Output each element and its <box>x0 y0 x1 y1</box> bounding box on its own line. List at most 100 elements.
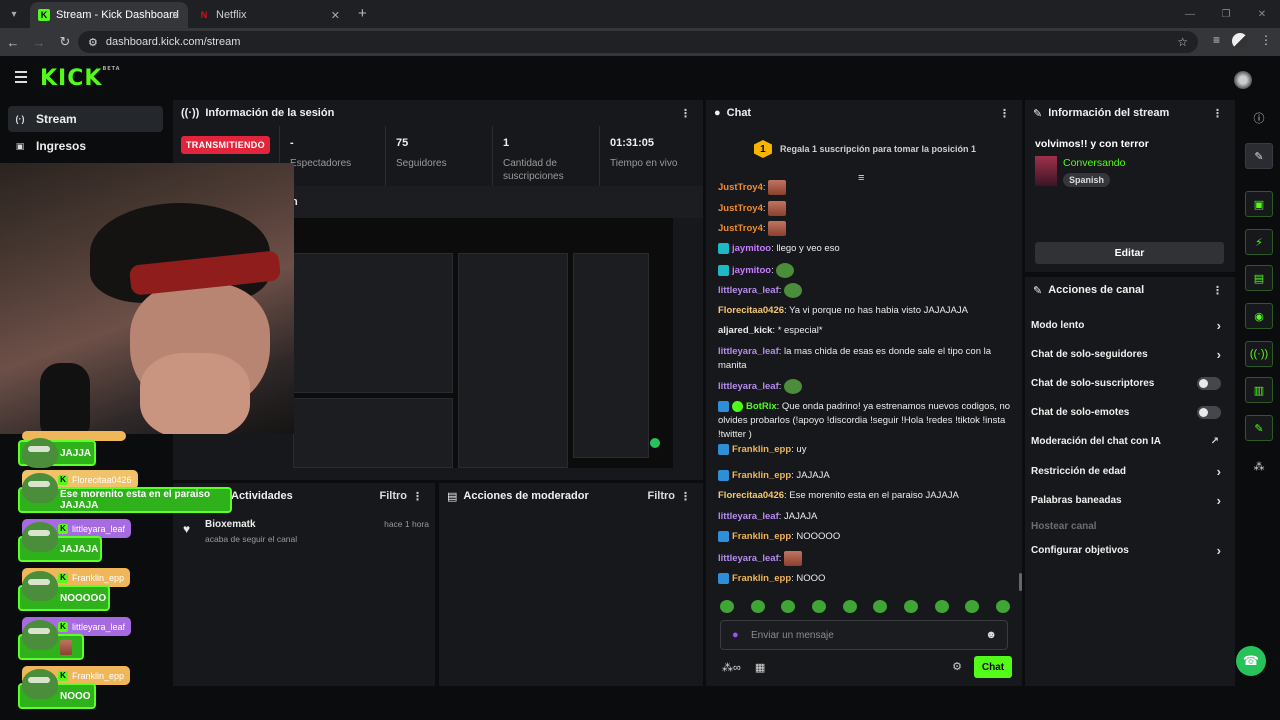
sidebar-item-ingresos[interactable]: ▣ Ingresos <box>8 133 163 159</box>
chat-username[interactable]: BotRix <box>746 401 777 412</box>
edit-stream-button[interactable]: Editar <box>1035 242 1224 264</box>
chat-username[interactable]: Franklin_epp <box>732 531 791 542</box>
edit-pencil-icon[interactable]: ✎ <box>1245 143 1273 169</box>
activity-user[interactable]: Bioxematk <box>205 519 256 530</box>
emote-icon[interactable] <box>842 600 857 613</box>
kick-logo[interactable]: KICKBETA <box>40 66 121 91</box>
wrench-icon[interactable]: ✎ <box>1245 415 1273 441</box>
chat-username[interactable]: aljared_kick <box>718 325 772 336</box>
emote-icon[interactable] <box>995 600 1010 613</box>
toggle-switch[interactable] <box>1197 405 1221 419</box>
tab-netflix[interactable]: N Netflix ✕ <box>190 2 348 28</box>
channel-action-item[interactable]: Chat de solo-suscriptores <box>1031 372 1229 394</box>
chat-username[interactable]: jaymitoo <box>732 243 771 254</box>
toggle-switch[interactable] <box>1197 376 1221 390</box>
chat-bubble-icon[interactable]: ◉ <box>1245 303 1273 329</box>
chat-username[interactable]: littleyara_leaf <box>718 553 779 564</box>
chat-username[interactable]: littleyara_leaf <box>718 381 779 392</box>
chat-username[interactable]: littleyara_leaf <box>718 346 779 357</box>
chat-username[interactable]: Franklin_epp <box>732 470 791 481</box>
chat-username[interactable]: JustTroy4 <box>718 223 763 234</box>
more-options-icon[interactable]: ⋮ <box>680 107 691 120</box>
forward-icon[interactable]: → <box>26 35 52 50</box>
sidebar-item-stream[interactable]: (·) Stream <box>8 106 163 132</box>
chat-username[interactable]: JustTroy4 <box>718 182 763 193</box>
filter-button[interactable]: Filtro <box>380 490 408 502</box>
more-options-icon[interactable]: ⋮ <box>680 490 691 503</box>
points-infinity-icon[interactable]: ⁂∞ <box>722 661 741 674</box>
close-tab-icon[interactable]: ✕ <box>331 9 340 22</box>
channel-action-item[interactable]: Chat de solo-seguidores › <box>1031 343 1229 365</box>
address-bar[interactable]: ⚙ dashboard.kick.com/stream ☆ <box>78 31 1198 53</box>
media-control-icon[interactable]: ≡ <box>1213 33 1220 49</box>
emote-icon[interactable] <box>781 600 796 613</box>
stat-followers: 75 Seguidores <box>386 126 493 186</box>
channel-action-item[interactable]: Palabras baneadas › <box>1031 489 1229 511</box>
chat-username[interactable]: littleyara_leaf <box>718 511 779 522</box>
more-options-icon[interactable]: ⋮ <box>412 490 423 503</box>
emote-icon[interactable] <box>965 600 980 613</box>
channel-action-item[interactable]: Restricción de edad › <box>1031 460 1229 482</box>
browser-menu-icon[interactable]: ⋮ <box>1260 33 1272 49</box>
chat-settings-icon[interactable]: ⚙ <box>952 660 962 673</box>
gift-sub-banner[interactable]: 1 Regala 1 suscripción para tomar la pos… <box>706 126 1024 172</box>
close-window-icon[interactable]: ✕ <box>1244 0 1280 28</box>
chat-username[interactable]: littleyara_leaf <box>718 285 779 296</box>
site-info-icon[interactable]: ⚙ <box>88 36 98 49</box>
notes-icon[interactable]: ▤ <box>1245 265 1273 291</box>
tab-kick-dashboard[interactable]: K Stream - Kick Dashboard ✕ <box>30 2 188 28</box>
layout-icon[interactable]: ▥ <box>1245 377 1273 403</box>
channel-action-item[interactable]: Moderación del chat con IA ↗ <box>1031 430 1229 452</box>
stream-category[interactable]: Conversando <box>1063 157 1125 169</box>
minimize-icon[interactable]: — <box>1172 0 1208 28</box>
wallet-icon: ▣ <box>15 140 25 151</box>
channel-action-item[interactable]: Chat de solo-emotes <box>1031 401 1229 423</box>
emote-icon[interactable] <box>873 600 888 613</box>
emote-icon[interactable] <box>934 600 949 613</box>
maximize-icon[interactable]: ❐ <box>1208 0 1244 28</box>
close-tab-icon[interactable]: ✕ <box>171 9 180 22</box>
stream-preview[interactable] <box>293 218 673 468</box>
chat-text: JAJAJA <box>784 511 818 522</box>
send-chat-button[interactable]: Chat <box>974 656 1012 678</box>
new-tab-icon[interactable]: + <box>358 5 367 22</box>
stat-live-time: 01:31:05 Tiempo en vivo <box>600 126 703 186</box>
chat-username[interactable]: Florecitaa0426 <box>718 305 784 316</box>
hamburger-menu-icon[interactable] <box>15 71 27 86</box>
profile-avatar[interactable] <box>1232 33 1248 49</box>
broadcast-icon[interactable]: ((·)) <box>1245 341 1273 367</box>
more-options-icon[interactable]: ⋮ <box>999 107 1010 120</box>
reload-icon[interactable]: ↻ <box>52 34 78 50</box>
filter-button[interactable]: Filtro <box>648 490 676 502</box>
channel-action-item[interactable]: Configurar objetivos › <box>1031 539 1229 561</box>
emote-icon[interactable] <box>811 600 826 613</box>
help-support-icon[interactable]: ☎ <box>1236 646 1266 676</box>
emoji-picker-icon[interactable]: ☻ <box>985 629 997 641</box>
more-options-icon[interactable]: ⋮ <box>1212 107 1223 120</box>
emote-icon[interactable] <box>903 600 918 613</box>
bookmark-star-icon[interactable]: ☆ <box>1177 35 1188 49</box>
chat-message-input[interactable]: ● Enviar un mensaje ☻ <box>720 620 1008 650</box>
kick-header: KICKBETA <box>0 56 1280 100</box>
chat-username[interactable]: Franklin_epp <box>732 573 791 584</box>
info-icon[interactable]: ⓘ <box>1245 105 1273 131</box>
back-icon[interactable]: ← <box>0 35 26 50</box>
more-options-icon[interactable]: ⋮ <box>1212 284 1223 297</box>
store-icon[interactable]: ▦ <box>755 661 765 674</box>
emote-icon[interactable] <box>750 600 765 613</box>
microphone-icon[interactable]: ● <box>732 629 739 641</box>
chat-scrollbar[interactable] <box>1019 573 1022 591</box>
chat-username[interactable]: jaymitoo <box>732 265 771 276</box>
chat-username[interactable]: Florecitaa0426 <box>718 490 784 501</box>
chat-username[interactable]: Franklin_epp <box>732 444 791 455</box>
clip-icon[interactable]: ▣ <box>1245 191 1273 217</box>
lightning-icon[interactable]: ⚡ <box>1245 229 1273 255</box>
tab-search-icon[interactable]: ▾ <box>0 0 28 28</box>
chat-tools: ⁂∞ ▦ ⚙ Chat <box>722 656 1012 678</box>
chat-username[interactable]: JustTroy4 <box>718 203 763 214</box>
channel-action-item[interactable]: Modo lento › <box>1031 314 1229 336</box>
user-avatar[interactable] <box>1234 71 1252 89</box>
more-apps-icon[interactable]: ⁂ <box>1245 453 1273 479</box>
stat-subscriptions: 1 Cantidad de suscripciones <box>493 126 600 186</box>
emote-icon[interactable] <box>720 600 734 613</box>
